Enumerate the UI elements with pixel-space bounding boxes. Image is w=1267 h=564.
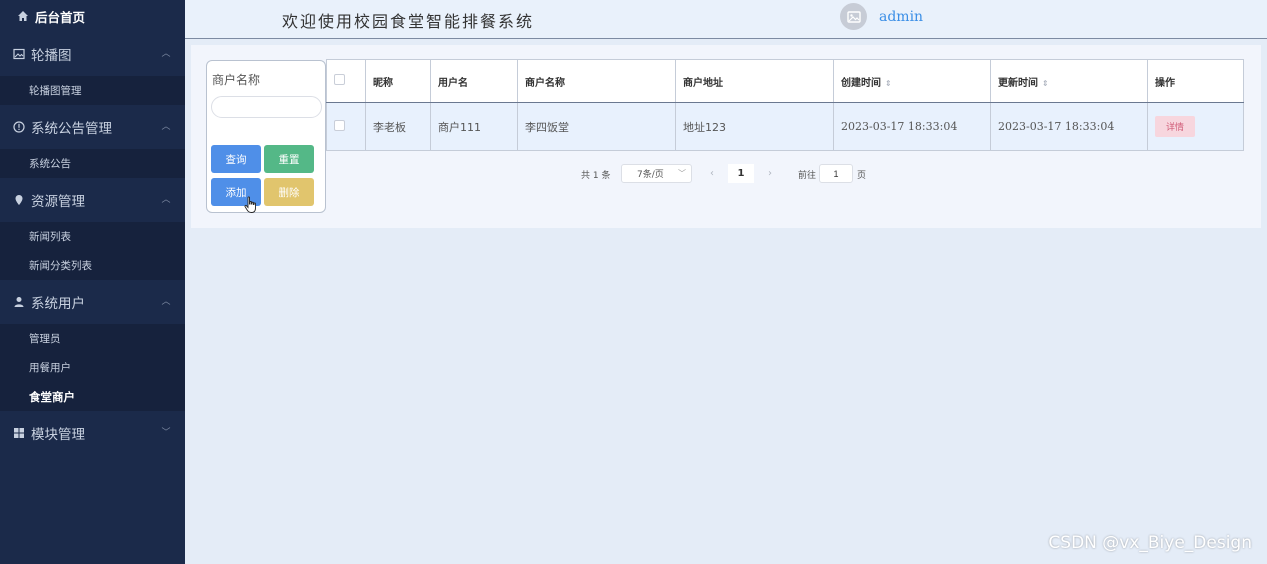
chevron-up-icon: ︿ (161, 195, 171, 205)
prev-page-button[interactable]: ‹ (703, 164, 721, 183)
image-placeholder-icon (846, 10, 861, 23)
chevron-up-icon: ︿ (161, 122, 171, 132)
merchant-table: 昵称 用户名 商户名称 商户地址 创建时间 ⇕ 更新时间 ⇕ 操作 李老板 商户11… (326, 59, 1244, 151)
sidebar-group-label: 模块管理 (31, 427, 85, 443)
sidebar-item-label: 用餐用户 (29, 362, 71, 374)
goto-page-input[interactable] (819, 164, 853, 183)
sidebar-item-label: 轮播图管理 (29, 85, 82, 97)
image-icon (12, 48, 25, 61)
chevron-up-icon: ︿ (161, 297, 171, 307)
next-page-button[interactable]: › (761, 164, 779, 183)
updated-time-cell: 2023-03-17 18:33:04 (990, 102, 1148, 151)
column-header: 操作 (1147, 59, 1244, 103)
address-cell: 地址123 (675, 102, 834, 151)
sidebar-item-news-category[interactable]: 新闻分类列表 (0, 251, 185, 280)
column-header-sortable[interactable]: 创建时间 ⇕ (833, 59, 991, 103)
select-all-cell (326, 59, 366, 103)
watermark: CSDN @vx_Biye_Design (1048, 533, 1252, 553)
sidebar-item-diners[interactable]: 用餐用户 (0, 353, 185, 382)
current-page[interactable]: 1 (728, 164, 754, 183)
total-count: 共 1 条 (581, 171, 611, 181)
created-time-cell: 2023-03-17 18:33:04 (833, 102, 991, 151)
sidebar-group-label: 资源管理 (31, 194, 85, 210)
column-header-label: 创建时间 (841, 77, 881, 89)
nickname-cell: 李老板 (365, 102, 431, 151)
sidebar-group-carousel[interactable]: 轮播图 ︿ (0, 32, 185, 76)
sort-icon[interactable]: ⇕ (885, 79, 892, 88)
top-header: 欢迎使用校园食堂智能排餐系统 admin (185, 0, 1267, 39)
sidebar-home-label: 后台首页 (35, 9, 86, 25)
sidebar-group-label: 系统公告管理 (31, 121, 112, 137)
detail-button[interactable]: 详情 (1155, 116, 1195, 137)
sidebar-group-resources[interactable]: 资源管理 ︿ (0, 178, 185, 222)
select-all-checkbox[interactable] (334, 74, 345, 85)
info-circle-icon (12, 121, 25, 134)
sidebar-home[interactable]: 后台首页 (0, 0, 185, 32)
column-header: 用户名 (430, 59, 518, 103)
column-header: 昵称 (365, 59, 431, 103)
sidebar: 后台首页 轮播图 ︿ 轮播图管理 系统公告管理 ︿ 系统公告 资源管理 ︿ 新闻… (0, 0, 185, 564)
sidebar-group-label: 系统用户 (31, 296, 85, 312)
chevron-down-icon: ﹀ (678, 169, 686, 178)
merchant-name-label: 商户名称 (212, 73, 261, 87)
search-card: 商户名称 查询 重置 添加 删除 (206, 60, 326, 213)
sidebar-group-announcement[interactable]: 系统公告管理 ︿ (0, 105, 185, 149)
sidebar-item-label: 系统公告 (29, 158, 71, 170)
query-button[interactable]: 查询 (211, 145, 261, 173)
sidebar-item-admin[interactable]: 管理员 (0, 324, 185, 353)
sidebar-item-label: 食堂商户 (29, 389, 75, 404)
delete-button[interactable]: 删除 (264, 178, 314, 206)
avatar[interactable] (840, 3, 867, 30)
username-link[interactable]: admin (879, 9, 923, 25)
sidebar-group-label: 轮播图 (31, 48, 72, 64)
page-suffix: 页 (857, 171, 867, 181)
home-icon (17, 10, 29, 22)
grid-icon (12, 427, 25, 440)
merchant-name-input[interactable] (211, 96, 322, 118)
location-pin-icon (12, 194, 25, 207)
column-header: 商户名称 (517, 59, 676, 103)
sidebar-group-users[interactable]: 系统用户 ︿ (0, 280, 185, 324)
sidebar-item-label: 新闻列表 (29, 231, 71, 243)
table-header-row: 昵称 用户名 商户名称 商户地址 创建时间 ⇕ 更新时间 ⇕ 操作 (326, 59, 1244, 103)
chevron-up-icon: ︿ (161, 49, 171, 59)
page-size-value: 7条/页 (637, 170, 664, 180)
hand-cursor-icon (244, 196, 256, 213)
row-checkbox[interactable] (334, 119, 345, 131)
sidebar-item-news-list[interactable]: 新闻列表 (0, 222, 185, 251)
goto-label: 前往 (798, 171, 817, 181)
sidebar-item-carousel-manage[interactable]: 轮播图管理 (0, 76, 185, 105)
column-header-label: 更新时间 (998, 77, 1038, 89)
page-size-select[interactable]: 7条/页 ﹀ (621, 164, 692, 183)
username-cell: 商户111 (430, 102, 518, 151)
sidebar-item-merchants[interactable]: 食堂商户 (0, 382, 185, 411)
table-row[interactable]: 李老板 商户111 李四饭堂 地址123 2023-03-17 18:33:04… (326, 102, 1244, 151)
user-icon (12, 296, 25, 309)
sort-icon[interactable]: ⇕ (1042, 79, 1049, 88)
sidebar-item-label: 新闻分类列表 (29, 260, 92, 272)
chevron-down-icon: ﹀ (161, 428, 171, 438)
action-cell: 详情 (1147, 102, 1244, 151)
column-header-sortable[interactable]: 更新时间 ⇕ (990, 59, 1148, 103)
sidebar-item-label: 管理员 (29, 333, 61, 345)
column-header: 商户地址 (675, 59, 834, 103)
sidebar-group-modules[interactable]: 模块管理 ﹀ (0, 411, 185, 455)
merchant-name-cell: 李四饭堂 (517, 102, 676, 151)
row-select-cell (326, 102, 366, 151)
sidebar-item-announcement[interactable]: 系统公告 (0, 149, 185, 178)
reset-button[interactable]: 重置 (264, 145, 314, 173)
page-title: 欢迎使用校园食堂智能排餐系统 (282, 12, 535, 31)
